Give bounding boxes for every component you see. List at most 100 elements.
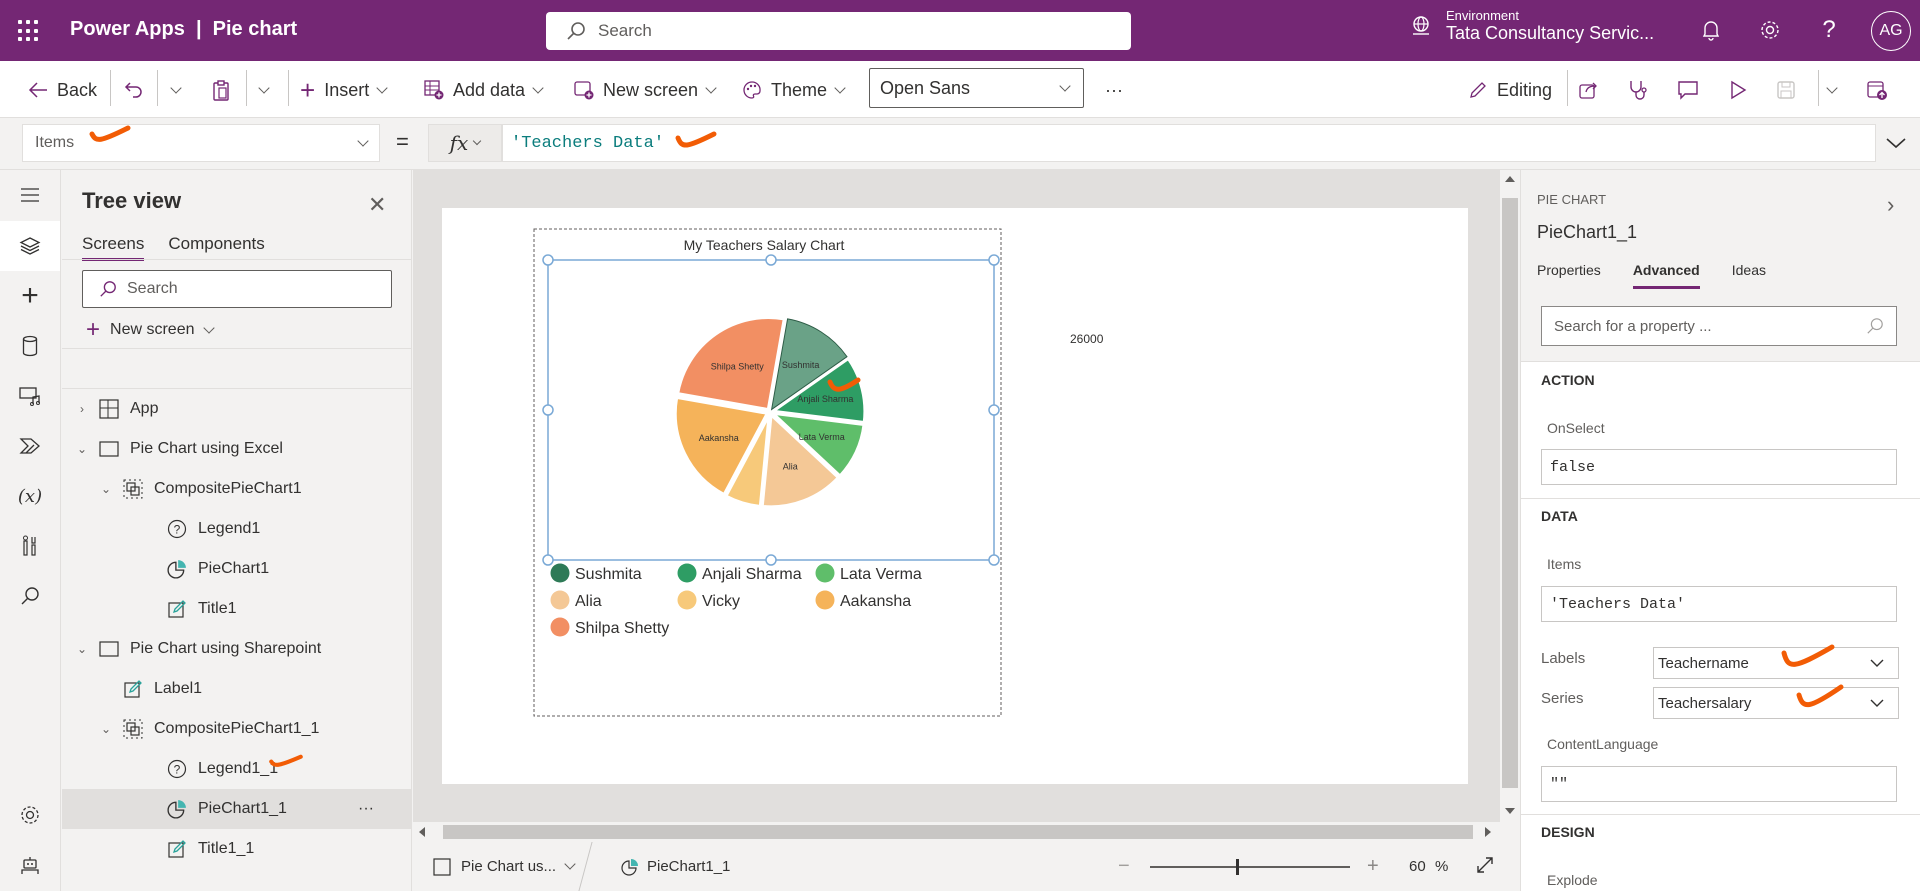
tab-screens[interactable]: Screens bbox=[82, 234, 145, 261]
data-cylinder-icon[interactable] bbox=[0, 321, 60, 371]
tab-ideas[interactable]: Ideas bbox=[1732, 262, 1766, 289]
new-screen-tree-button[interactable]: + New screen bbox=[86, 316, 215, 344]
app-checker-button[interactable] bbox=[1628, 75, 1650, 105]
selected-control[interactable]: PieChart1_1 bbox=[621, 858, 730, 876]
tree-view-layers-icon[interactable] bbox=[0, 221, 60, 271]
onselect-input[interactable]: false bbox=[1541, 449, 1897, 485]
preview-button[interactable] bbox=[1729, 75, 1747, 105]
svg-text:?: ? bbox=[174, 523, 181, 537]
function-button[interactable]: fx bbox=[428, 124, 502, 162]
scroll-down-icon[interactable] bbox=[1505, 808, 1515, 814]
comments-button[interactable] bbox=[1677, 75, 1699, 105]
resize-handle[interactable] bbox=[542, 254, 554, 266]
zoom-out-button[interactable]: − bbox=[1118, 855, 1130, 878]
labels-dropdown[interactable]: Teachername bbox=[1653, 647, 1899, 679]
variables-icon[interactable]: (x) bbox=[0, 471, 60, 521]
scroll-up-icon[interactable] bbox=[1505, 176, 1515, 182]
tree-row[interactable]: › App bbox=[62, 389, 412, 429]
theme-button[interactable]: Theme bbox=[742, 75, 846, 105]
row-more-options[interactable]: ··· bbox=[358, 800, 374, 818]
close-icon[interactable]: ✕ bbox=[368, 192, 386, 218]
notifications-icon[interactable] bbox=[1697, 16, 1725, 44]
tree-row[interactable]: Label1 bbox=[62, 669, 412, 709]
resize-handle[interactable] bbox=[988, 404, 1000, 416]
tree-row[interactable]: ⌄ Pie Chart using Sharepoint bbox=[62, 629, 412, 669]
property-search-input[interactable]: Search for a property ... bbox=[1541, 306, 1897, 346]
tree-row[interactable]: ⌄ CompositePieChart1_1 bbox=[62, 709, 412, 749]
zoom-in-button[interactable]: + bbox=[1367, 855, 1379, 878]
items-input[interactable]: 'Teachers Data' bbox=[1541, 586, 1897, 622]
media-icon[interactable] bbox=[0, 371, 60, 421]
back-button[interactable]: Back bbox=[28, 75, 97, 105]
help-icon[interactable]: ? bbox=[1815, 16, 1843, 44]
vertical-scrollbar[interactable] bbox=[1500, 170, 1520, 822]
resize-handle[interactable] bbox=[542, 404, 554, 416]
editing-button[interactable]: Editing bbox=[1468, 75, 1552, 105]
tree-row[interactable]: PieChart1 bbox=[62, 549, 412, 589]
resize-handle[interactable] bbox=[988, 254, 1000, 266]
horizontal-scrollbar[interactable] bbox=[413, 822, 1500, 842]
tree-row[interactable]: ? Legend1_1 bbox=[62, 749, 412, 789]
chevron-down-icon[interactable]: ⌄ bbox=[98, 722, 114, 736]
contentlanguage-input[interactable]: "" bbox=[1541, 766, 1897, 802]
add-data-button[interactable]: Add data bbox=[424, 75, 544, 105]
tree-row[interactable]: ? Legend1 bbox=[62, 509, 412, 549]
chevron-right-icon[interactable]: › bbox=[74, 402, 90, 416]
tab-components[interactable]: Components bbox=[168, 234, 264, 261]
paste-button[interactable] bbox=[212, 75, 230, 105]
environment-picker[interactable]: Environment Tata Consultancy Servic... bbox=[1410, 8, 1654, 44]
tree-row[interactable]: ⌄ CompositePieChart1 bbox=[62, 469, 412, 509]
chart-title[interactable]: My Teachers Salary Chart bbox=[684, 237, 845, 253]
resize-handle[interactable] bbox=[765, 254, 777, 266]
property-dropdown[interactable]: Items bbox=[22, 124, 380, 162]
control-name[interactable]: PieChart1_1 bbox=[1537, 222, 1637, 243]
power-automate-icon[interactable] bbox=[0, 421, 60, 471]
theme-label: Theme bbox=[771, 79, 828, 100]
tree-row[interactable]: ⌄ Pie Chart using Excel bbox=[62, 429, 412, 469]
series-dropdown[interactable]: Teachersalary bbox=[1653, 687, 1899, 719]
chevron-down-icon[interactable]: ⌄ bbox=[98, 482, 114, 496]
resize-handle[interactable] bbox=[542, 554, 554, 566]
app-screen-canvas[interactable]: My Teachers Salary Chart Sushmita Anjali S… bbox=[442, 208, 1468, 784]
expand-formula-button[interactable] bbox=[1876, 124, 1916, 162]
tree-row[interactable]: Title1_1 bbox=[62, 829, 412, 869]
pie-chart-composite[interactable]: My Teachers Salary Chart Sushmita Anjali S… bbox=[442, 208, 1468, 784]
tab-properties[interactable]: Properties bbox=[1537, 262, 1601, 289]
insert-button[interactable]: + Insert bbox=[300, 75, 388, 105]
settings-icon[interactable] bbox=[1756, 16, 1784, 44]
menu-icon[interactable] bbox=[0, 170, 60, 220]
global-search-input[interactable]: Search bbox=[546, 12, 1131, 50]
resize-handle[interactable] bbox=[988, 554, 1000, 566]
app-launcher-icon[interactable] bbox=[18, 20, 40, 42]
paste-dropdown[interactable] bbox=[258, 75, 270, 105]
resize-handle[interactable] bbox=[765, 554, 777, 566]
share-button[interactable] bbox=[1578, 75, 1600, 105]
scroll-left-icon[interactable] bbox=[419, 827, 425, 837]
tree-row[interactable]: PieChart1_1 ··· bbox=[62, 789, 412, 829]
advanced-tools-icon[interactable] bbox=[0, 521, 60, 571]
copilot-bot-icon[interactable] bbox=[0, 840, 60, 890]
publish-button[interactable] bbox=[1866, 75, 1888, 105]
zoom-slider[interactable] bbox=[1150, 859, 1350, 875]
chevron-down-icon[interactable]: ⌄ bbox=[74, 642, 90, 656]
tree-row[interactable]: Title1 bbox=[62, 589, 412, 629]
undo-dropdown[interactable] bbox=[170, 75, 182, 105]
font-dropdown[interactable]: Open Sans bbox=[869, 68, 1084, 108]
user-avatar[interactable]: AG bbox=[1871, 11, 1911, 51]
more-commands-button[interactable]: ··· bbox=[1105, 75, 1123, 105]
tab-advanced[interactable]: Advanced bbox=[1632, 262, 1700, 289]
screen-selector[interactable]: Pie Chart us... bbox=[433, 857, 576, 876]
chevron-down-icon[interactable]: ⌄ bbox=[74, 442, 90, 456]
search-rail-icon[interactable] bbox=[0, 571, 60, 621]
new-screen-button[interactable]: New screen bbox=[574, 75, 717, 105]
collapse-panel-icon[interactable]: › bbox=[1887, 192, 1894, 218]
scroll-right-icon[interactable] bbox=[1485, 827, 1491, 837]
tree-search-input[interactable]: Search bbox=[82, 270, 392, 308]
settings-rail-icon[interactable] bbox=[0, 790, 60, 840]
insert-plus-icon[interactable]: + bbox=[0, 271, 60, 321]
save-dropdown[interactable] bbox=[1826, 75, 1838, 105]
save-button[interactable] bbox=[1776, 75, 1796, 105]
zoom-slider-thumb[interactable] bbox=[1235, 859, 1239, 875]
fit-to-window-icon[interactable] bbox=[1475, 855, 1495, 879]
undo-button[interactable] bbox=[124, 75, 144, 105]
